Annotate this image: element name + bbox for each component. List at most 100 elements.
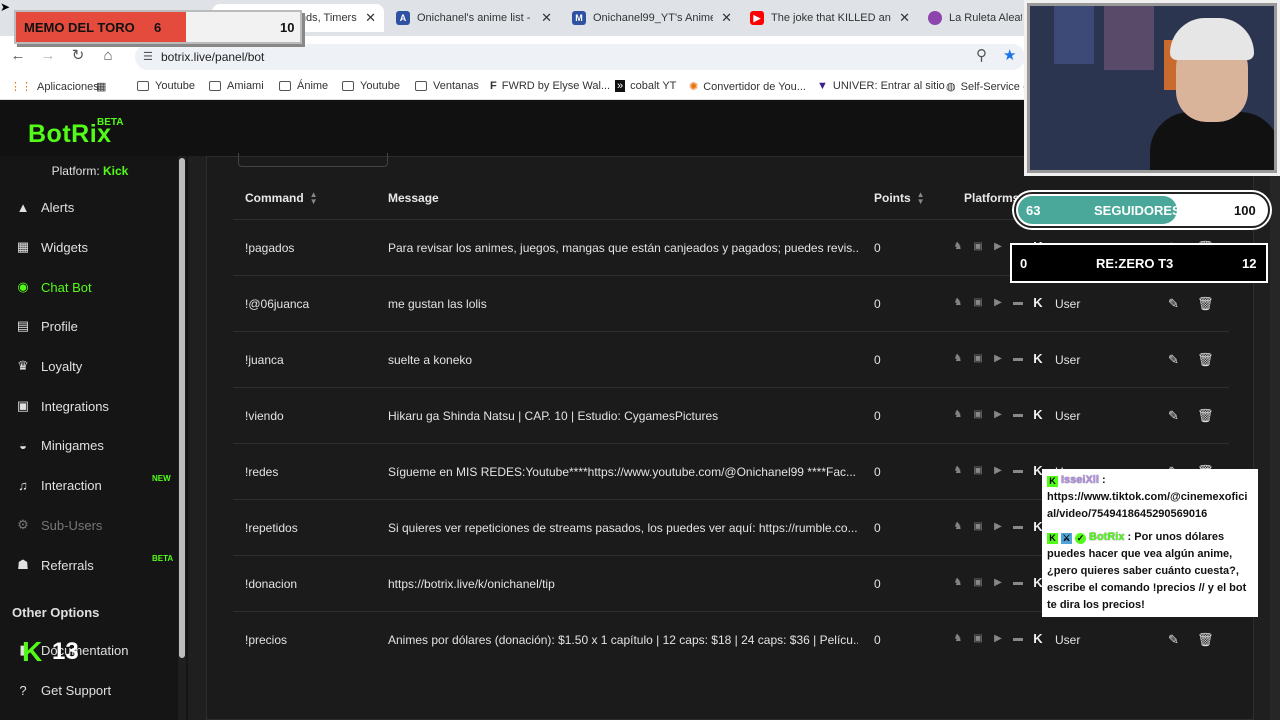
edit-pencil-icon[interactable]: ✎ (1168, 332, 1179, 388)
sidebar-item-widgets[interactable]: ▦ Widgets (14, 235, 174, 259)
bookmark-univer[interactable]: ▼ UNIVER: Entrar al sitio (817, 80, 945, 92)
sidebar-item-sub-users[interactable]: ⚙ Sub-Users (14, 513, 174, 537)
zoom-search-icon[interactable]: ⚲ (976, 46, 987, 64)
youtube-icon: ▶ (994, 577, 1002, 588)
browser-tab-animelist[interactable]: A Onichanel's anime list - AnimeList ✕ (388, 4, 560, 32)
sidebar-scrollbar-thumb[interactable] (179, 158, 185, 658)
bookmark-folder-youtube-2[interactable]: Youtube (342, 80, 400, 92)
url-field[interactable]: ☰ botrix.live/panel/bot (135, 44, 1025, 70)
close-icon[interactable]: ✕ (541, 10, 552, 26)
sidebar-item-chat-bot[interactable]: ◉ Chat Bot (14, 275, 174, 299)
trash-icon[interactable]: 🗑 (1197, 388, 1214, 444)
folder-icon (137, 81, 149, 91)
browser-tab-ruleta[interactable]: La Ruleta Aleatoria (920, 4, 1030, 32)
youtube-icon: ▶ (994, 465, 1002, 476)
user-level-cell: User (1055, 633, 1081, 647)
message-cell: suelte a koneko (388, 353, 473, 367)
close-icon[interactable]: ✕ (721, 10, 732, 26)
edit-pencil-icon[interactable]: ✎ (1168, 276, 1179, 332)
bookmark-label: UNIVER: Entrar al sitio (832, 80, 945, 92)
sidebar-item-label: Integrations (41, 398, 109, 414)
sidebar-item-label: Loyalty (41, 358, 83, 374)
platform-icons: ♞▣▶▬K (951, 520, 1045, 534)
referrals-icon: ☗ (17, 557, 29, 572)
reload-icon[interactable]: ↻ (68, 46, 88, 66)
search-input[interactable] (238, 153, 388, 167)
gamepad-icon: ◒ (19, 437, 27, 453)
sort-icon[interactable]: ▲ ▼ (310, 191, 318, 206)
bookmark-star-icon[interactable]: ★ (1003, 46, 1016, 64)
bookmark-self-service[interactable]: ◍ Self-Service - (946, 80, 1027, 94)
sidebar-item-interaction[interactable]: ♫ Interaction (14, 473, 174, 497)
home-icon[interactable]: ⌂ (98, 46, 118, 66)
sidebar-item-label: Widgets (41, 239, 88, 255)
sidebar-item-minigames[interactable]: ◒ Minigames (14, 433, 174, 457)
close-icon[interactable]: ✕ (899, 10, 910, 26)
kick-icon: K (1033, 631, 1043, 646)
close-icon[interactable]: ✕ (365, 10, 376, 26)
bookmark-label: Youtube (155, 80, 195, 92)
sidebar-item-alerts[interactable]: ▲ Alerts (14, 195, 174, 219)
browser-tab-youtube[interactable]: ▶ The joke that KILLED an anime ✕ (742, 4, 918, 32)
command-cell: !repetidos (245, 521, 298, 535)
discord-icon: ▬ (1013, 409, 1023, 420)
message-cell: Si quieres ver repeticiones de streams p… (388, 521, 858, 535)
bookmark-label: Aplicaciones (37, 80, 99, 93)
sidebar-item-label: Alerts (41, 199, 75, 215)
folder-icon (342, 81, 354, 91)
column-header-command[interactable]: Command ▲ ▼ (245, 191, 318, 206)
bookmark-label: FWRD by Elyse Wal... (501, 80, 611, 92)
sidebar-item-profile[interactable]: ▤ Profile (14, 314, 174, 338)
bookmark-folder-ventanas[interactable]: Ventanas (415, 80, 479, 92)
column-header-points[interactable]: Points ▲ ▼ (874, 191, 925, 206)
trash-icon[interactable]: 🗑 (1197, 276, 1214, 332)
youtube-icon: ▶ (994, 297, 1002, 308)
bookmark-fwrd[interactable]: F FWRD by Elyse Wal... (490, 80, 610, 92)
bookmark-convertidor[interactable]: ✺ Convertidor de You... (689, 80, 806, 94)
rezero-current: 0 (1020, 256, 1028, 271)
edit-pencil-icon[interactable]: ✎ (1168, 388, 1179, 444)
edit-pencil-icon[interactable]: ✎ (1168, 612, 1179, 668)
forward-arrow-icon[interactable]: → (38, 46, 58, 66)
verified-badge-icon: ✓ (1075, 533, 1086, 544)
youtube-icon: ▶ (994, 353, 1002, 364)
integrations-icon: ▣ (16, 398, 30, 413)
trash-icon[interactable]: 🗑 (1197, 332, 1214, 388)
followers-goal: 100 (1234, 203, 1256, 218)
kick-badge-icon: K (1047, 476, 1058, 487)
trovo-icon: ♞ (953, 409, 963, 420)
sort-icon[interactable]: ▲ ▼ (917, 191, 925, 206)
trovo-icon: ♞ (953, 465, 963, 476)
platform-icons: ♞▣▶▬K (951, 576, 1045, 590)
back-arrow-icon[interactable]: ← (8, 46, 28, 66)
table-row: !viendo Hikaru ga Shinda Natsu | CAP. 10 … (233, 387, 1229, 443)
trash-icon[interactable]: 🗑 (1197, 612, 1214, 668)
bookmark-cobalt[interactable]: » cobalt YT (615, 80, 676, 92)
bookmark-folder-youtube[interactable]: Youtube (137, 80, 195, 92)
profile-card-icon: ▤ (16, 318, 30, 333)
points-cell: 0 (874, 353, 881, 367)
grid-bookmark[interactable]: ▦ (96, 80, 111, 93)
beta-badge: BETA (97, 117, 124, 128)
command-cell: !@06juanca (245, 297, 310, 311)
sidebar-item-integrations[interactable]: ▣ Integrations (14, 394, 174, 418)
site-settings-icon[interactable]: ☰ (143, 44, 153, 70)
sidebar-item-referrals[interactable]: ☗ Referrals (14, 553, 174, 577)
bookmark-folder-amiami[interactable]: Amiami (209, 80, 264, 92)
mouse-cursor-icon: ➤ (0, 0, 11, 14)
sidebar-item-get-support[interactable]: ? Get Support (14, 678, 174, 702)
browser-tab-myanimelist[interactable]: M Onichanel99_YT's Anime List - MyAnimeL… (564, 4, 740, 32)
platform-value: Kick (103, 164, 129, 178)
sidebar-item-loyalty[interactable]: ♛ Loyalty (14, 354, 174, 378)
trovo-icon: ♞ (953, 353, 963, 364)
trovo-icon: ♞ (953, 577, 963, 588)
trophy-icon: ♛ (17, 358, 29, 373)
page-scrollbar[interactable] (1270, 100, 1280, 720)
discord-icon: ▬ (1013, 353, 1023, 364)
globe-icon: ◍ (946, 81, 956, 93)
points-cell: 0 (874, 241, 881, 255)
youtube-icon: ▶ (994, 241, 1002, 252)
twitch-icon: ▣ (973, 633, 983, 644)
bookmark-folder-anime[interactable]: Ánime (279, 80, 328, 92)
bookmark-aplicaciones[interactable]: ⋮⋮ Aplicaciones (10, 80, 99, 94)
